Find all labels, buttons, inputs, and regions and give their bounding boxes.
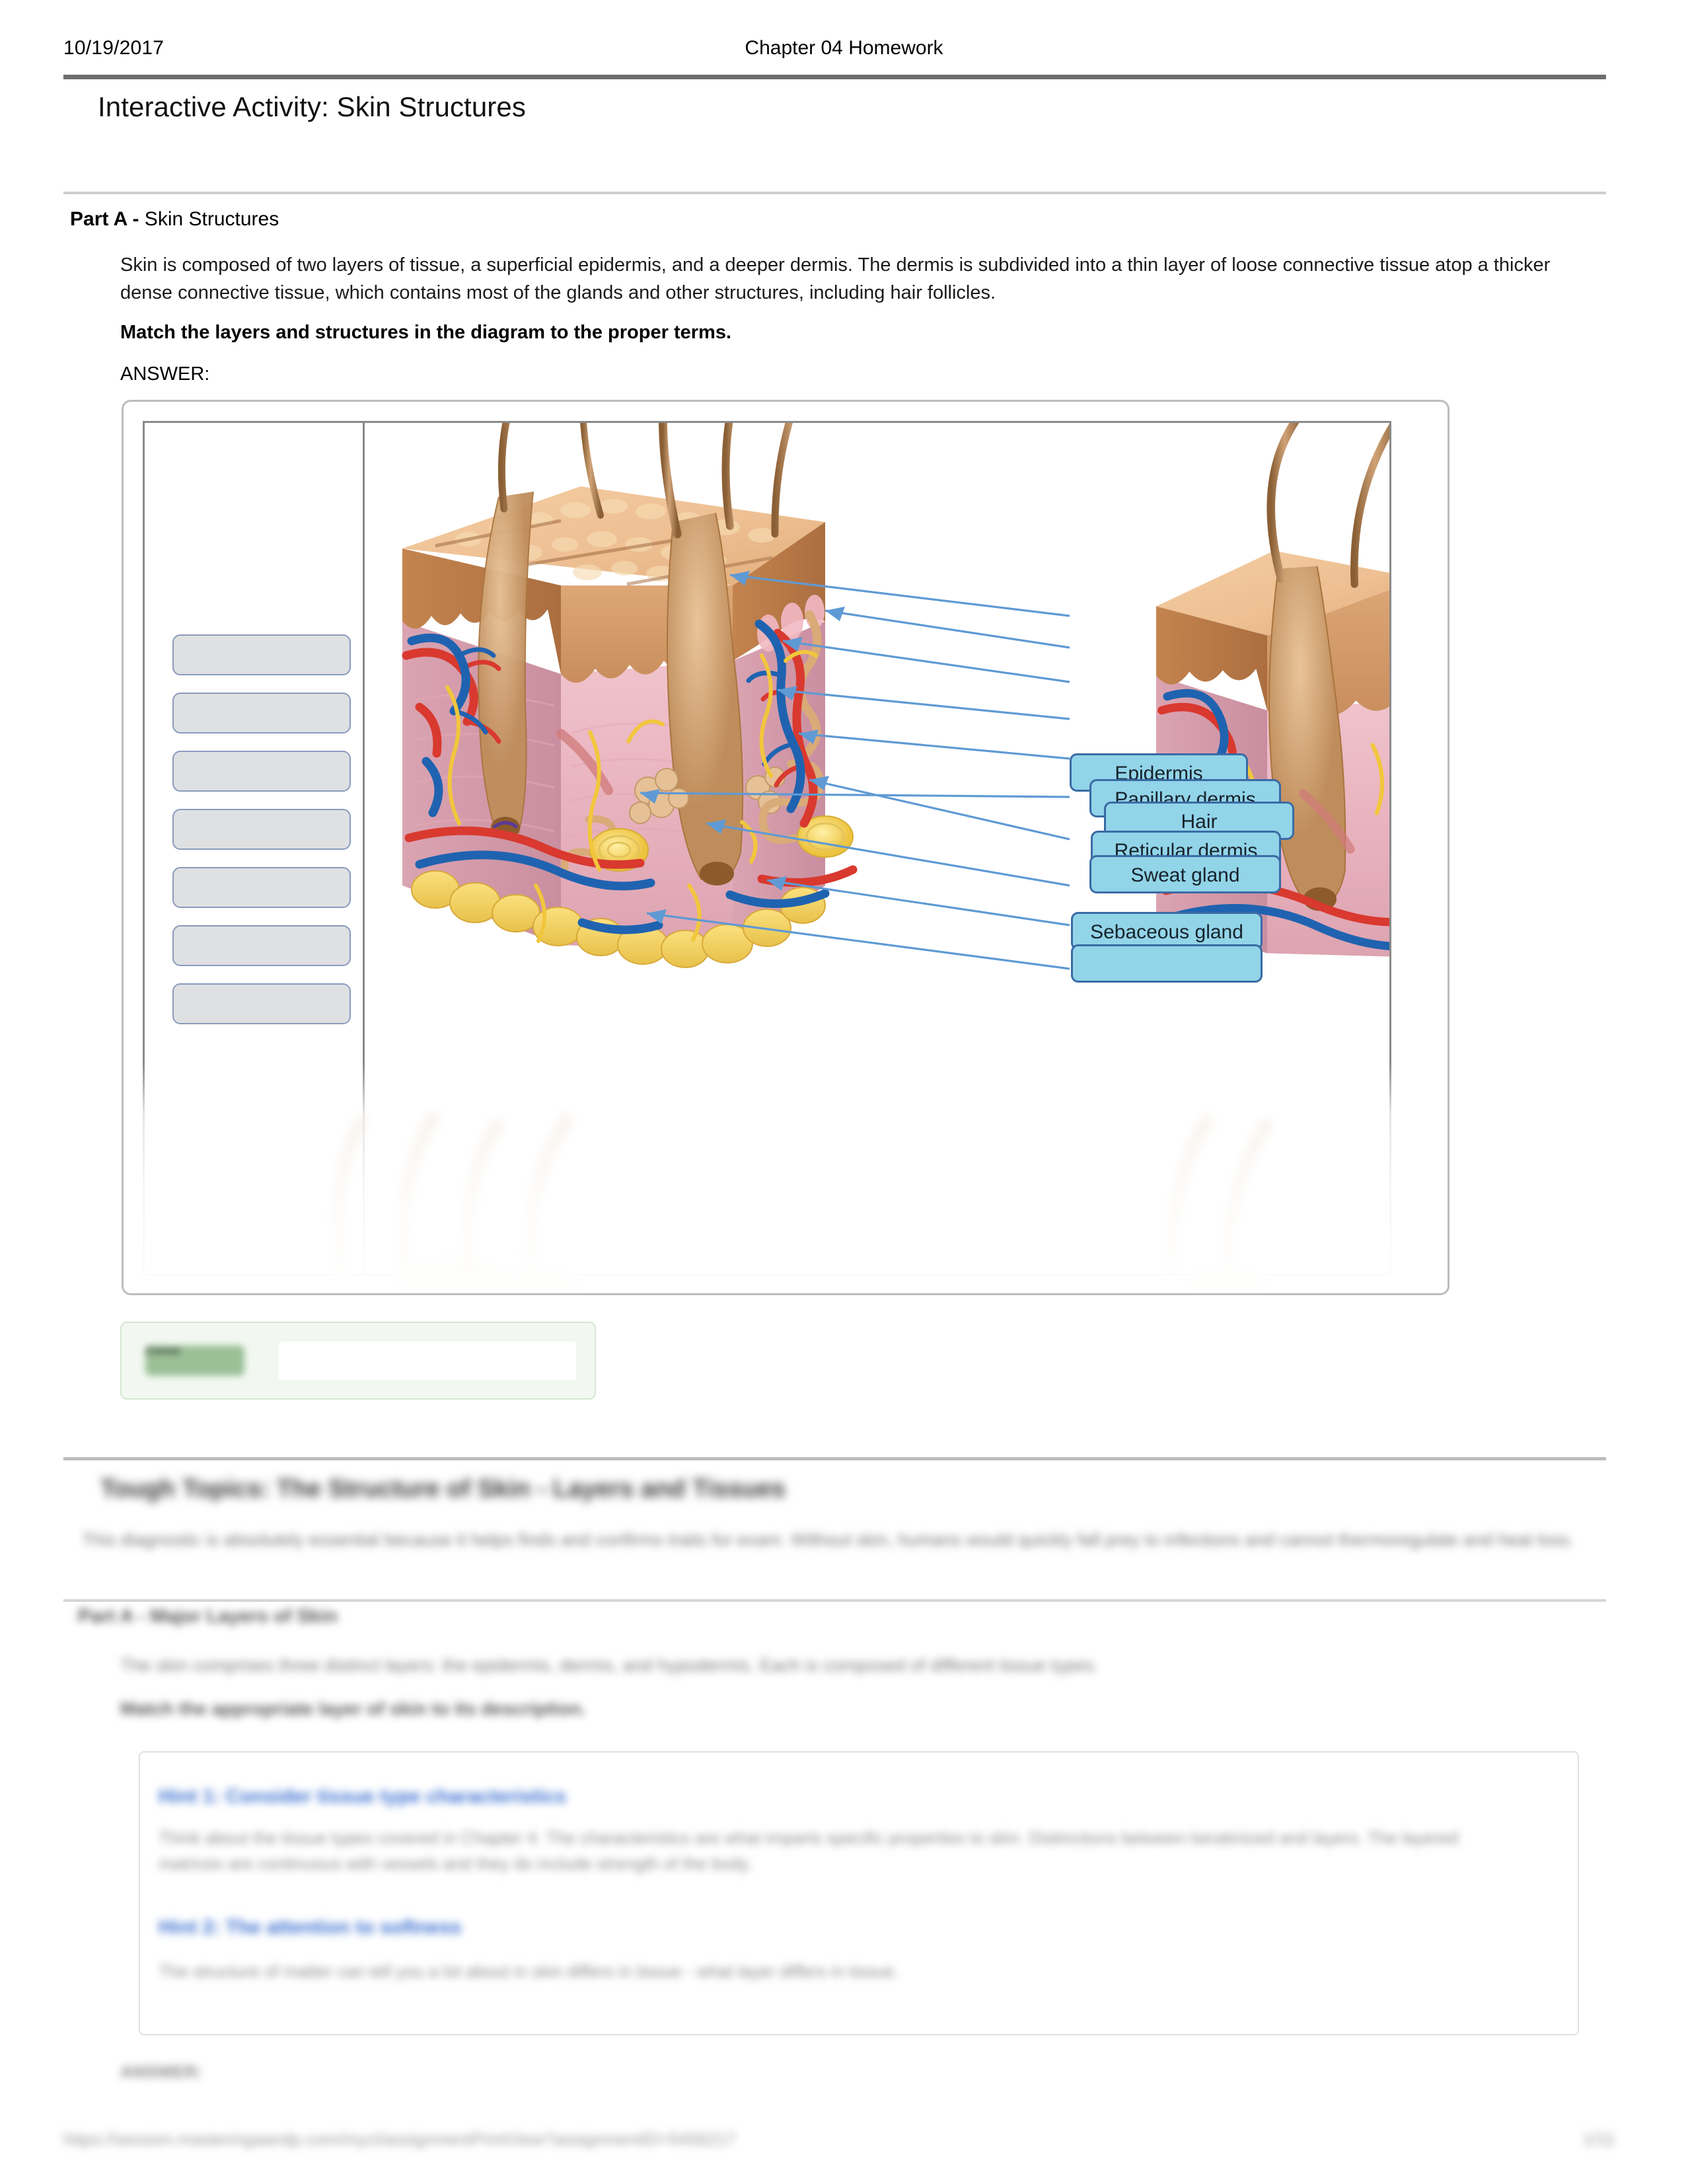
tough-topics-paragraph: This diagnostic is absolutely essential … — [82, 1530, 1574, 1550]
footer-url: https://session.masteringaandp.com/myct/… — [63, 2129, 736, 2149]
tough-topics-heading: Tough Topics: The Structure of Skin - La… — [100, 1475, 786, 1503]
interactive-activity-panel[interactable]: Epidermis Papillary dermis Hair Reticula… — [122, 400, 1449, 1295]
page-title: Interactive Activity: Skin Structures — [98, 91, 526, 122]
lower-answer-label: ANSWER: — [120, 2062, 203, 2082]
hint-card: Hint 1: Consider tissue type characteris… — [139, 1751, 1579, 2035]
drop-slot[interactable] — [172, 983, 351, 1024]
drop-slot[interactable] — [172, 693, 351, 734]
section-divider-top — [63, 192, 1606, 194]
hint-link-2[interactable]: Hint 2: The attention to softness — [159, 1916, 461, 1939]
part-a-prompt: Match the layers and structures in the d… — [120, 322, 731, 343]
drop-slot[interactable] — [172, 925, 351, 966]
hint-text-2: The structure of matter can tell you a l… — [159, 1961, 899, 1981]
part-a-label-bold: Part A - — [70, 208, 139, 230]
page-header: 10/19/2017 Chapter 04 Homework — [0, 37, 1688, 73]
feedback-box: Correct — [120, 1322, 596, 1400]
term-label-obscured[interactable] — [1071, 944, 1263, 983]
part-a-lower-paragraph: The skin comprises three distinct layers… — [120, 1655, 1099, 1675]
part-a-label-rest: Skin Structures — [139, 208, 279, 230]
term-label-sweat-gland[interactable]: Sweat gland — [1089, 855, 1281, 893]
part-a-label: Part A - Skin Structures — [70, 208, 279, 231]
part-a-intro-paragraph: Skin is composed of two layers of tissue… — [120, 254, 1551, 304]
drop-slot[interactable] — [172, 634, 351, 675]
part-a-lower-prompt: Match the appropriate layer of skin to i… — [120, 1698, 586, 1719]
footer-page-number: 1/11 — [1583, 2129, 1615, 2149]
answer-label: ANSWER: — [120, 363, 210, 385]
drop-slot-list — [172, 634, 351, 1041]
term-label-list: Epidermis Papillary dermis Hair Reticula… — [1070, 423, 1380, 1274]
hint-text-1: Think about the tissue types covered in … — [159, 1828, 1459, 1873]
drop-slot[interactable] — [172, 867, 351, 908]
section-divider-middle — [63, 1457, 1606, 1460]
status-badge: Correct — [145, 1345, 244, 1376]
document-title: Chapter 04 Homework — [745, 37, 943, 59]
part-a-lower-label: Part A - Major Layers of Skin — [78, 1606, 338, 1627]
drop-slot[interactable] — [172, 809, 351, 850]
drop-slot[interactable] — [172, 751, 351, 792]
feedback-field[interactable] — [279, 1341, 576, 1380]
hint-link-1[interactable]: Hint 1: Consider tissue type characteris… — [159, 1786, 566, 1808]
section-divider-lower — [63, 1599, 1606, 1602]
activity-canvas[interactable]: Epidermis Papillary dermis Hair Reticula… — [143, 421, 1391, 1276]
header-divider — [63, 75, 1606, 79]
